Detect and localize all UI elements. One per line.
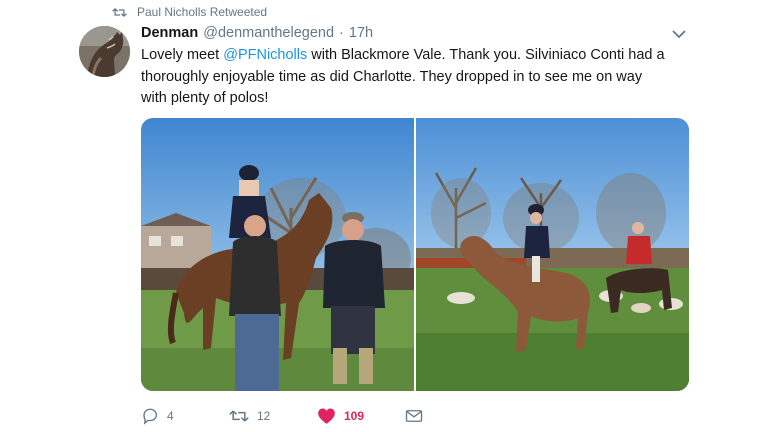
chevron-down-icon[interactable] (671, 27, 687, 41)
tweet-timestamp[interactable]: 17h (349, 25, 373, 41)
retweet-icon (112, 7, 127, 17)
like-count: 109 (344, 409, 365, 423)
display-name[interactable]: Denman (141, 25, 198, 41)
tweet-header: Denman @denmanthelegend · 17h (141, 25, 373, 43)
media-photo-2[interactable] (416, 118, 689, 391)
tweet-text-segment: Lovely meet (141, 47, 224, 63)
tweet-text-segment: with Blackmore Vale. Thank you. Silvinia… (307, 47, 665, 63)
retweet-button[interactable]: 12 (229, 407, 317, 425)
retweet-banner-label: Paul Nicholls Retweeted (137, 5, 268, 19)
avatar[interactable] (79, 26, 130, 77)
retweet-count: 12 (257, 409, 271, 423)
tweet-actions: 4 12 109 (141, 404, 435, 428)
tweet-text: Lovely meet @PFNicholls with Blackmore V… (141, 45, 701, 110)
tweet-text-line: thoroughly enjoyable time as did Charlot… (141, 68, 643, 85)
reply-icon (143, 408, 158, 425)
user-handle[interactable]: @denmanthelegend (203, 25, 334, 41)
retweet-icon (229, 410, 249, 422)
tweet-text-line: with plenty of polos! (141, 90, 269, 106)
heart-icon (318, 408, 335, 424)
mention-link[interactable]: @PFNicholls (223, 47, 307, 63)
retweet-banner[interactable]: Paul Nicholls Retweeted (112, 4, 267, 20)
media-gallery (141, 118, 689, 391)
separator: · (339, 25, 344, 41)
reply-count: 4 (167, 409, 174, 423)
envelope-icon (405, 410, 423, 422)
direct-message-button[interactable] (405, 408, 435, 424)
reply-button[interactable]: 4 (141, 407, 229, 425)
like-button[interactable]: 109 (317, 407, 405, 425)
media-photo-1[interactable] (141, 118, 414, 391)
